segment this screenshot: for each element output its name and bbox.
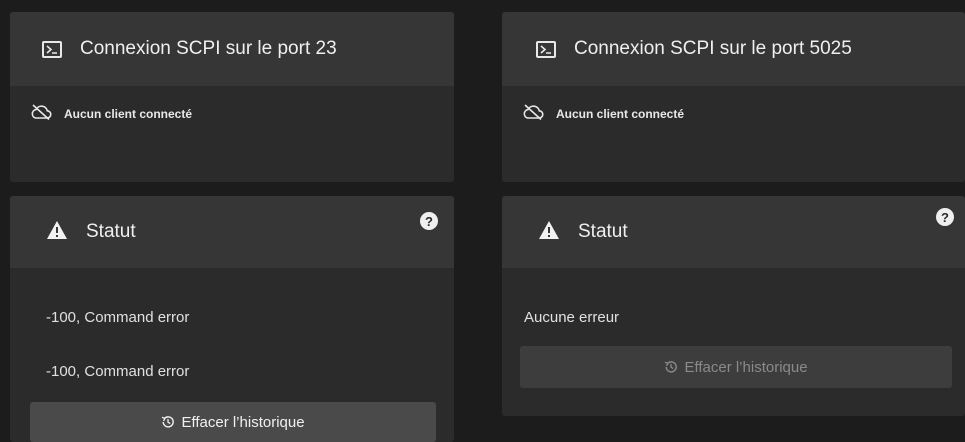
warning-icon bbox=[538, 220, 560, 245]
history-icon bbox=[664, 360, 678, 374]
status-card-header: Statut bbox=[502, 196, 965, 268]
status-card-header: Statut bbox=[10, 196, 454, 268]
cloud-off-icon bbox=[522, 104, 544, 123]
connection-card-header: Connexion SCPI sur le port 5025 bbox=[502, 12, 965, 86]
connection-card-port-23: Connexion SCPI sur le port 23 Aucun clie… bbox=[10, 12, 454, 182]
cloud-off-icon bbox=[30, 104, 52, 123]
connection-status-text: Aucun client connecté bbox=[64, 106, 193, 121]
connection-status: Aucun client connecté bbox=[30, 104, 192, 123]
connection-status: Aucun client connecté bbox=[522, 104, 684, 123]
status-card-port-5025: Statut ? Aucune erreur Effacer l’histori… bbox=[502, 196, 965, 416]
warning-icon bbox=[46, 220, 68, 245]
clear-history-button[interactable]: Effacer l’historique bbox=[520, 346, 952, 388]
status-message: Aucune erreur bbox=[524, 309, 620, 326]
history-icon bbox=[161, 415, 175, 429]
clear-history-button[interactable]: Effacer l’historique bbox=[30, 402, 436, 442]
connection-title: Connexion SCPI sur le port 23 bbox=[80, 38, 337, 59]
help-icon[interactable]: ? bbox=[420, 212, 438, 230]
status-title: Statut bbox=[578, 221, 628, 242]
connection-status-text: Aucun client connecté bbox=[556, 106, 685, 121]
terminal-icon bbox=[536, 40, 556, 58]
help-icon[interactable]: ? bbox=[936, 208, 954, 226]
connection-card-port-5025: Connexion SCPI sur le port 5025 Aucun cl… bbox=[502, 12, 965, 182]
status-message: -100, Command error bbox=[46, 363, 190, 380]
status-message: -100, Command error bbox=[46, 309, 190, 326]
terminal-icon bbox=[42, 40, 62, 58]
connection-card-header: Connexion SCPI sur le port 23 bbox=[10, 12, 454, 86]
connection-title: Connexion SCPI sur le port 5025 bbox=[574, 38, 852, 59]
status-card-port-23: Statut ? -100, Command error -100, Comma… bbox=[10, 196, 454, 442]
status-title: Statut bbox=[86, 221, 136, 242]
clear-history-label: Effacer l’historique bbox=[181, 413, 305, 431]
clear-history-label: Effacer l’historique bbox=[684, 358, 808, 376]
